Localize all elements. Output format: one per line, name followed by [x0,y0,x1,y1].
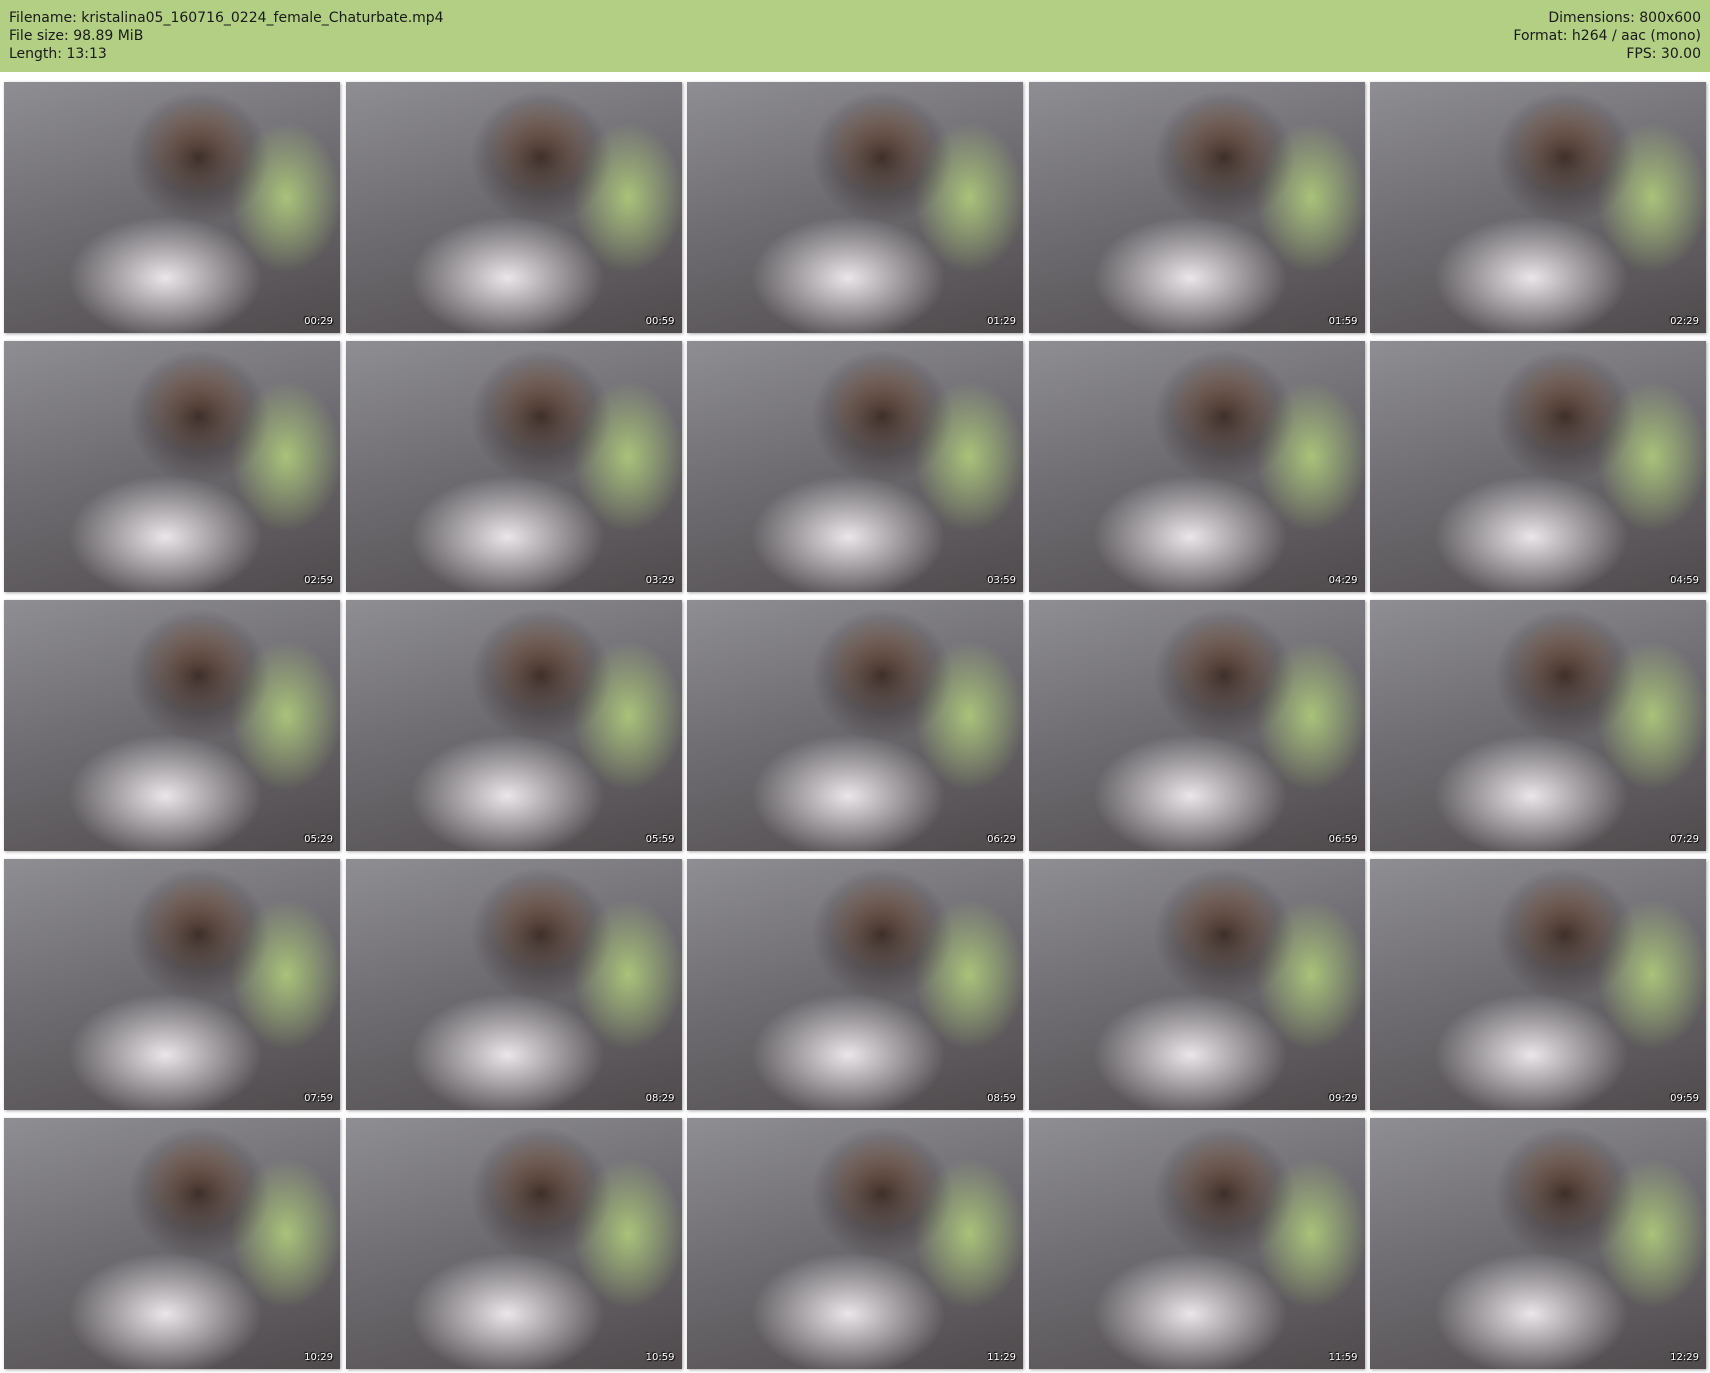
video-thumbnail[interactable]: 12:29 [1370,1118,1706,1369]
video-thumbnail[interactable]: 08:29 [345,859,682,1110]
video-thumbnail[interactable]: 02:29 [1370,82,1706,333]
thumbnail-grid: 00:29 00:59 01:29 01:59 02:29 02:59 03:29 03:59… [4,82,1706,1369]
filename-label: Filename: kristalina05_160716_0224_femal… [9,10,444,26]
timestamp-label: 07:59 [304,1093,333,1104]
info-header: Filename: kristalina05_160716_0224_femal… [0,0,1710,72]
length-label: Length: 13:13 [9,46,107,62]
video-thumbnail[interactable]: 11:29 [687,1118,1023,1369]
video-thumbnail[interactable]: 10:59 [345,1118,682,1369]
timestamp-label: 09:29 [1328,1093,1358,1104]
timestamp-label: 01:59 [1328,316,1358,327]
video-thumbnail[interactable]: 10:29 [4,1118,340,1369]
timestamp-label: 08:59 [987,1093,1016,1104]
video-info: Dimensions: 800x600 Format: h264 / aac (… [1513,9,1701,63]
timestamp-label: 07:29 [1670,834,1699,845]
video-thumbnail[interactable]: 05:29 [4,600,340,851]
timestamp-label: 02:29 [1670,316,1699,327]
timestamp-label: 09:59 [1670,1093,1699,1104]
timestamp-label: 00:59 [645,316,675,327]
video-thumbnail[interactable]: 09:29 [1028,859,1365,1110]
timestamp-label: 04:29 [1328,575,1358,586]
timestamp-label: 06:59 [1328,834,1358,845]
video-thumbnail[interactable]: 05:59 [345,600,682,851]
video-thumbnail[interactable]: 08:59 [687,859,1023,1110]
timestamp-label: 03:29 [645,575,675,586]
format-label: Format: h264 / aac (mono) [1513,28,1701,44]
video-thumbnail[interactable]: 03:59 [687,341,1023,592]
timestamp-label: 06:29 [987,834,1016,845]
timestamp-label: 05:29 [304,834,333,845]
video-thumbnail[interactable]: 07:29 [1370,600,1706,851]
dimensions-label: Dimensions: 800x600 [1548,10,1701,26]
timestamp-label: 08:29 [645,1093,675,1104]
file-info: Filename: kristalina05_160716_0224_femal… [9,9,444,63]
filesize-label: File size: 98.89 MiB [9,28,144,44]
video-thumbnail[interactable]: 06:59 [1028,600,1365,851]
video-thumbnail[interactable]: 07:59 [4,859,340,1110]
video-thumbnail[interactable]: 00:59 [345,82,682,333]
timestamp-label: 03:59 [987,575,1016,586]
timestamp-label: 11:29 [987,1352,1016,1363]
video-thumbnail[interactable]: 01:59 [1028,82,1365,333]
timestamp-label: 05:59 [645,834,675,845]
video-thumbnail[interactable]: 09:59 [1370,859,1706,1110]
timestamp-label: 00:29 [304,316,333,327]
timestamp-label: 02:59 [304,575,333,586]
timestamp-label: 01:29 [987,316,1016,327]
video-thumbnail[interactable]: 02:59 [4,341,340,592]
timestamp-label: 10:29 [304,1352,333,1363]
fps-label: FPS: 30.00 [1626,46,1701,62]
video-thumbnail[interactable]: 11:59 [1028,1118,1365,1369]
video-thumbnail[interactable]: 00:29 [4,82,340,333]
video-thumbnail[interactable]: 04:59 [1370,341,1706,592]
timestamp-label: 11:59 [1328,1352,1358,1363]
video-thumbnail[interactable]: 03:29 [345,341,682,592]
timestamp-label: 04:59 [1670,575,1699,586]
timestamp-label: 10:59 [645,1352,675,1363]
video-thumbnail[interactable]: 04:29 [1028,341,1365,592]
timestamp-label: 12:29 [1670,1352,1699,1363]
video-thumbnail[interactable]: 06:29 [687,600,1023,851]
video-thumbnail[interactable]: 01:29 [687,82,1023,333]
